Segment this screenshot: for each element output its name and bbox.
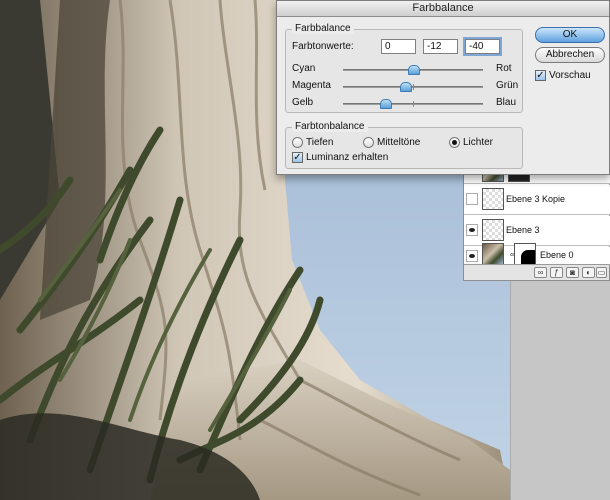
red-label: Rot (496, 63, 512, 74)
ok-button[interactable]: OK (535, 27, 605, 43)
link-layers-icon[interactable]: ∞ (534, 267, 547, 278)
layer-name: Ebene 3 (506, 225, 540, 235)
shadows-label: Tiefen (306, 137, 334, 148)
layer-thumbnail (482, 219, 504, 241)
layers-panel-footer: ∞ ƒ ◙ ◐ ▭ (464, 264, 609, 280)
center-tick (413, 84, 414, 90)
center-tick (413, 101, 414, 107)
new-group-icon[interactable]: ▭ (596, 267, 607, 278)
cyan-red-slider-thumb[interactable] (408, 65, 420, 75)
yellow-blue-value-field[interactable]: -40 (463, 37, 502, 56)
tone-values-label: Farbtonwerte: (292, 41, 354, 52)
group-title: Farbtonbalance (292, 121, 368, 132)
magenta-green-slider-track[interactable] (343, 82, 483, 92)
preview-label: Vorschau (549, 70, 591, 81)
eye-icon[interactable] (466, 250, 478, 262)
color-balance-group: Farbbalance Farbtonwerte: 0 -12 -40 Cyan… (285, 23, 523, 113)
layer-row-ebene-0[interactable]: ∞ Ebene 0 (464, 243, 610, 265)
preview-checkbox[interactable]: ✓ (535, 70, 546, 81)
layer-style-icon[interactable]: ƒ (550, 267, 563, 278)
layer-name: Ebene 0 (540, 250, 574, 260)
yellow-blue-slider-track[interactable] (343, 99, 483, 109)
color-balance-dialog: Farbbalance Farbbalance Farbtonwerte: 0 … (276, 0, 610, 175)
layers-panel: Ebene 3 Kopie Ebene 3 ∞ Ebene 0 ∞ ƒ ◙ ◐ … (463, 160, 610, 281)
cancel-button[interactable]: Abbrechen (535, 47, 605, 63)
visibility-toggle-off[interactable] (466, 193, 478, 205)
yellow-label: Gelb (292, 97, 314, 108)
tone-balance-group: Farbtonbalance Tiefen Mitteltöne Lichter… (285, 121, 523, 169)
layer-name: Ebene 3 Kopie (506, 194, 566, 204)
layer-mask-thumbnail (514, 243, 536, 265)
layer-row-ebene-3[interactable]: Ebene 3 (464, 216, 610, 246)
magenta-label: Magenta (292, 80, 331, 91)
midtones-label: Mitteltöne (377, 137, 421, 148)
layer-thumbnail (482, 188, 504, 210)
midtones-radio[interactable] (363, 137, 374, 148)
yellow-blue-slider-thumb[interactable] (380, 99, 392, 109)
layer-thumbnail (482, 243, 504, 265)
cyan-red-slider-track[interactable] (343, 65, 483, 75)
shadows-radio[interactable] (292, 137, 303, 148)
preserve-luminosity-checkbox[interactable]: ✓ (292, 152, 303, 163)
green-label: Grün (496, 80, 519, 91)
preserve-luminosity-label: Luminanz erhalten (306, 152, 389, 163)
eye-icon[interactable] (466, 224, 478, 236)
cyan-label: Cyan (292, 63, 316, 74)
group-title: Farbbalance (292, 23, 354, 34)
layer-row-ebene-3-kopie[interactable]: Ebene 3 Kopie (464, 185, 610, 215)
adjustment-layer-icon[interactable]: ◐ (582, 267, 595, 278)
magenta-green-value-field[interactable]: -12 (423, 39, 458, 54)
blue-label: Blau (496, 97, 517, 108)
add-mask-icon[interactable]: ◙ (566, 267, 579, 278)
cyan-red-value-field[interactable]: 0 (381, 39, 416, 54)
magenta-green-slider-thumb[interactable] (399, 82, 412, 92)
highlights-radio[interactable] (449, 137, 460, 148)
workspace-background (510, 280, 610, 500)
highlights-label: Lichter (463, 137, 494, 148)
dialog-title: Farbbalance (277, 1, 609, 17)
